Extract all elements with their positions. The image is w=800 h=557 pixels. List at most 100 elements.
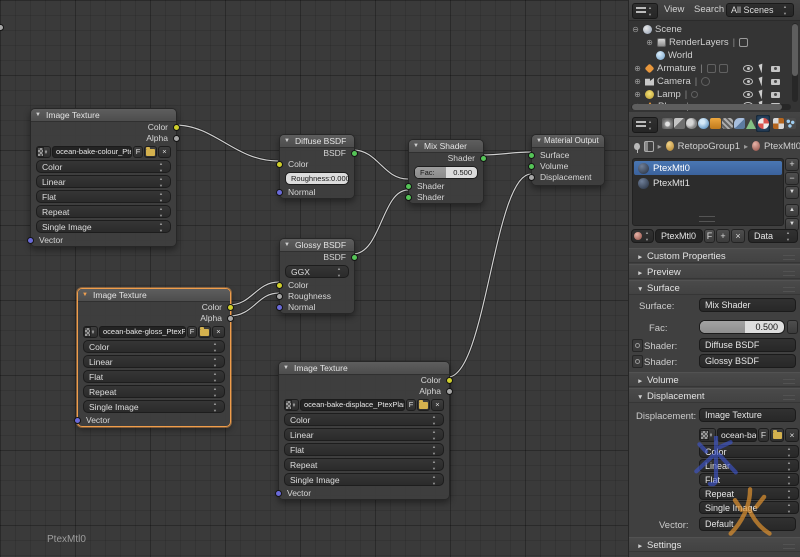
panel-preview[interactable]: ►Preview: [629, 264, 800, 279]
unlink-image-button[interactable]: ×: [158, 146, 171, 158]
expand-circle-icon[interactable]: ⊕: [633, 77, 642, 86]
bsdf-output-socket[interactable]: [351, 150, 358, 157]
material-slot-0[interactable]: PtexMtl0: [634, 161, 782, 175]
node-material-output[interactable]: ▼Material Output Surface Volume Displace…: [531, 134, 605, 186]
list-resize-grip[interactable]: [699, 216, 715, 222]
normal-input-socket[interactable]: [276, 304, 283, 311]
fac-link-button[interactable]: [787, 320, 798, 334]
shader1-socket-button[interactable]: [632, 339, 643, 352]
panel-settings[interactable]: ►Settings: [629, 537, 800, 552]
cursor-icon[interactable]: [759, 90, 766, 100]
node-header[interactable]: ▼Glossy BSDF: [280, 239, 354, 252]
panel-displacement[interactable]: ▼Displacement: [629, 388, 800, 403]
image-name-field[interactable]: ocean-bake-gloss_PtexPlane0.tga: [99, 326, 186, 338]
alpha-output-socket[interactable]: [227, 315, 234, 322]
move-slot-up-button[interactable]: ▲: [785, 204, 799, 217]
displacement-select[interactable]: Image Texture: [699, 408, 796, 422]
expand-circle-icon[interactable]: ⊕: [633, 64, 642, 73]
expand-circle-icon[interactable]: ⊕: [645, 38, 654, 47]
tab-material[interactable]: [756, 115, 770, 132]
eye-icon[interactable]: [743, 91, 753, 98]
shader2-socket-button[interactable]: [632, 355, 643, 368]
panel-volume[interactable]: ►Volume: [629, 372, 800, 387]
projection-select[interactable]: Flat: [699, 473, 799, 486]
editor-type-button[interactable]: [632, 3, 658, 19]
panel-custom-properties[interactable]: ►Custom Properties: [629, 248, 800, 263]
collapse-icon[interactable]: ▼: [283, 362, 289, 374]
outliner-item-world[interactable]: World: [656, 49, 693, 61]
image-datablock-icon[interactable]: [699, 428, 716, 442]
breadcrumb-object[interactable]: RetopoGroup1: [678, 141, 740, 152]
roughness-input-socket[interactable]: [276, 293, 283, 300]
collapse-icon[interactable]: ▼: [82, 289, 88, 301]
fake-user-button[interactable]: F: [187, 326, 197, 338]
source-select[interactable]: Single Image: [284, 473, 444, 486]
interpolation-select[interactable]: Linear: [36, 175, 171, 188]
fake-user-button[interactable]: F: [704, 229, 715, 243]
outliner-item-scene[interactable]: ⊖ Scene: [631, 23, 682, 35]
expand-icon[interactable]: ►: [637, 539, 647, 554]
projection-select[interactable]: Flat: [284, 443, 444, 456]
open-image-button[interactable]: [198, 326, 211, 338]
color-input-socket[interactable]: [276, 282, 283, 289]
open-image-button[interactable]: [144, 146, 157, 158]
render-visibility-icon[interactable]: [771, 92, 780, 98]
camera-visibility-toggles[interactable]: [743, 77, 780, 86]
cursor-icon[interactable]: [759, 77, 766, 87]
outliner-item-renderlayers[interactable]: ⊕ RenderLayers |: [645, 36, 748, 48]
eye-icon[interactable]: [743, 78, 753, 85]
slot-specials-button[interactable]: ▼: [785, 186, 799, 199]
extension-select[interactable]: Repeat: [284, 458, 444, 471]
render-visibility-icon[interactable]: [771, 79, 780, 85]
image-datablock-icon[interactable]: [284, 399, 299, 411]
new-material-button[interactable]: +: [716, 229, 730, 243]
lamp-visibility-toggles[interactable]: [743, 90, 780, 99]
unlink-image-button[interactable]: ×: [785, 428, 799, 442]
volume-input-socket[interactable]: [528, 163, 535, 170]
pin-icon[interactable]: [634, 143, 640, 150]
source-select[interactable]: Single Image: [36, 220, 171, 233]
interpolation-select[interactable]: Linear: [284, 428, 444, 441]
surface-input-socket[interactable]: [528, 152, 535, 159]
extension-select[interactable]: Repeat: [699, 487, 799, 500]
color-space-select[interactable]: Color: [284, 413, 444, 426]
node-header[interactable]: ▼Image Texture: [31, 109, 176, 122]
node-header[interactable]: ▼Mix Shader: [409, 140, 483, 153]
vector-input-socket[interactable]: [275, 490, 282, 497]
collapse-icon[interactable]: ▼: [284, 135, 290, 147]
node-image-texture-colour[interactable]: ▼Image Texture Color Alpha ocean-bake-co…: [30, 108, 177, 247]
color-output-socket[interactable]: [446, 377, 453, 384]
fake-user-button[interactable]: F: [406, 399, 416, 411]
material-slot-1[interactable]: PtexMtl1: [634, 176, 782, 190]
cursor-icon[interactable]: [759, 64, 766, 74]
surface-shader-select[interactable]: Mix Shader: [699, 298, 796, 312]
material-link-select[interactable]: Data: [748, 229, 798, 243]
shader1-select[interactable]: Diffuse BSDF: [699, 338, 796, 352]
fake-user-button[interactable]: F: [133, 146, 143, 158]
vector-select[interactable]: Default: [699, 517, 796, 531]
unlink-image-button[interactable]: ×: [431, 399, 444, 411]
expand-icon[interactable]: ►: [637, 250, 647, 265]
collapse-icon[interactable]: ▼: [637, 282, 647, 297]
editor-type-button[interactable]: [632, 117, 658, 133]
alpha-output-socket[interactable]: [173, 135, 180, 142]
image-name-field[interactable]: ocean-bake-colour_PtexPlane0...: [52, 146, 132, 158]
collapse-icon[interactable]: ▼: [413, 140, 419, 152]
browse-material-button[interactable]: [631, 229, 654, 243]
interpolation-select[interactable]: Linear: [83, 355, 225, 368]
offscreen-node-socket[interactable]: [0, 24, 4, 31]
displacement-input-socket[interactable]: [528, 174, 535, 181]
material-name-field[interactable]: PtexMtl0: [655, 229, 703, 243]
projection-select[interactable]: Flat: [83, 370, 225, 383]
projection-select[interactable]: Flat: [36, 190, 171, 203]
roughness-slider[interactable]: Roughness:0.000: [285, 172, 349, 185]
search-menu[interactable]: Search: [694, 4, 724, 15]
interpolation-select[interactable]: Linear: [699, 459, 799, 472]
color-output-socket[interactable]: [227, 304, 234, 311]
node-mix-shader[interactable]: ▼Mix Shader Shader Fac:0.500 Shader Shad…: [408, 139, 484, 204]
unlink-image-button[interactable]: ×: [212, 326, 225, 338]
add-slot-button[interactable]: +: [785, 158, 799, 171]
extension-select[interactable]: Repeat: [36, 205, 171, 218]
node-header[interactable]: ▼Image Texture: [279, 362, 449, 375]
render-visibility-icon[interactable]: [771, 66, 780, 72]
